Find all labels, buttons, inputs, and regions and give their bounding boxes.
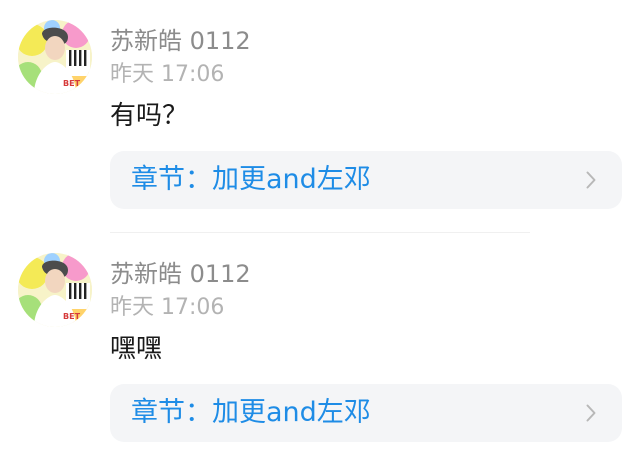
avatar-image: BET <box>18 20 92 94</box>
avatar[interactable]: BET <box>18 253 92 327</box>
avatar[interactable]: BET <box>18 20 92 94</box>
svg-text:BET: BET <box>63 79 81 88</box>
timestamp: 昨天 17:06 <box>110 295 225 320</box>
comment-item: BET 苏新皓 0112 昨天 17:06 有吗？ 章节：加更and左邓 <box>0 0 640 233</box>
chevron-right-icon <box>586 404 596 422</box>
comment-item: BET 苏新皓 0112 昨天 17:06 嘿嘿 章节：加更and左邓 <box>0 233 640 466</box>
username[interactable]: 苏新皓 0112 <box>110 259 251 289</box>
username[interactable]: 苏新皓 0112 <box>110 26 251 56</box>
chapter-link-card[interactable]: 章节：加更and左邓 <box>110 151 622 209</box>
svg-text:BET: BET <box>63 312 81 321</box>
chapter-link-label: 章节：加更and左邓 <box>131 164 371 195</box>
comment-text: 有吗？ <box>110 101 189 131</box>
chapter-link-label: 章节：加更and左邓 <box>131 397 371 428</box>
avatar-image: BET <box>18 253 92 327</box>
comment-text: 嘿嘿 <box>110 334 163 364</box>
timestamp: 昨天 17:06 <box>110 62 225 87</box>
chapter-link-card[interactable]: 章节：加更and左邓 <box>110 384 622 442</box>
chevron-right-icon <box>586 171 596 189</box>
